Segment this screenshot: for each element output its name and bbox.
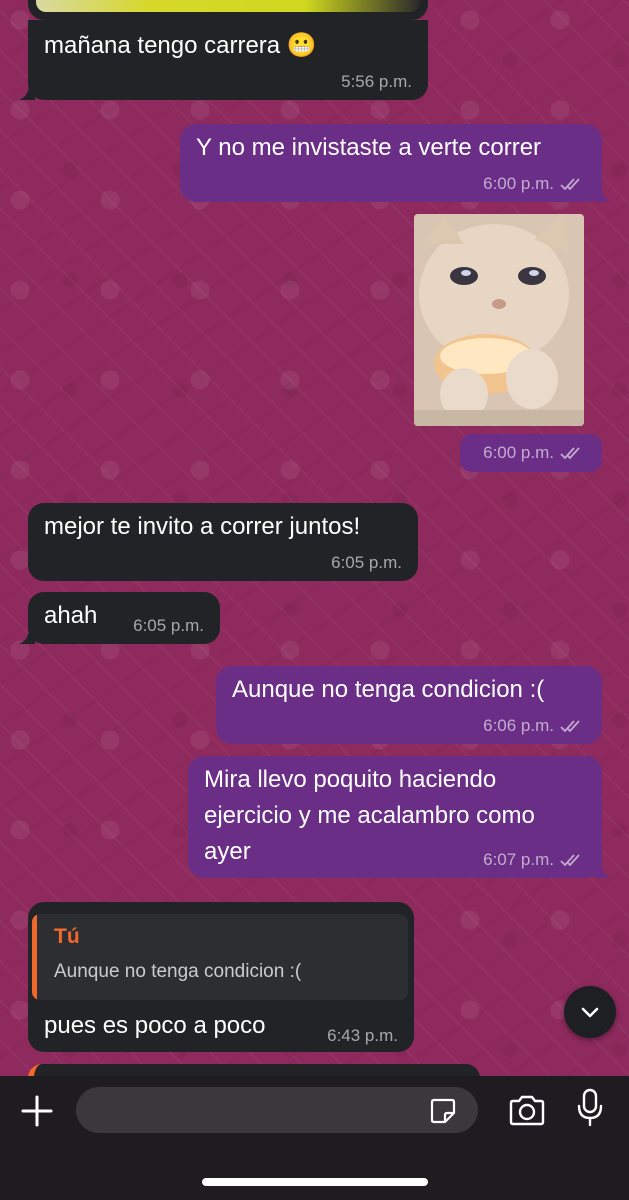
crying-cat-icon — [414, 214, 584, 426]
bubble-tail — [595, 186, 611, 202]
message-time: 6:00 p.m. — [483, 174, 554, 193]
read-ticks-icon — [560, 854, 580, 867]
read-ticks-icon — [560, 178, 580, 191]
read-ticks-icon — [560, 447, 580, 460]
sticker-button[interactable] — [426, 1094, 460, 1128]
reply-accent-bar — [32, 914, 37, 1000]
camera-button[interactable] — [506, 1092, 548, 1130]
message-text: mañana tengo carrera 😬 — [44, 32, 317, 59]
message-time: 6:06 p.m. — [483, 716, 554, 735]
plus-icon — [21, 1095, 53, 1127]
cat-photo[interactable] — [414, 214, 584, 426]
message-time: 6:07 p.m. — [483, 850, 554, 869]
message-time: 6:00 p.m. — [483, 443, 554, 462]
outgoing-message[interactable]: Aunque no tenga condicion :( 6:06 p.m. — [216, 666, 602, 744]
reply-quoted-text: Aunque no tenga condicion :( — [54, 961, 302, 982]
incoming-message[interactable]: ahah 6:05 p.m. — [19, 592, 220, 644]
message-input[interactable] — [76, 1087, 478, 1133]
message-text: Y no me invistaste a verte correr — [196, 134, 542, 161]
bubble-tail — [19, 84, 35, 100]
image-time-bubble: 6:00 p.m. — [460, 434, 602, 472]
scroll-to-bottom-button[interactable] — [564, 986, 616, 1038]
quoted-reply[interactable]: Tú Aunque no tenga condicion :( — [32, 914, 408, 1000]
voice-message-button[interactable] — [572, 1086, 608, 1130]
home-indicator — [202, 1178, 428, 1186]
message-line: Mira llevo poquito haciendo — [204, 766, 497, 793]
partial-image — [36, 0, 420, 12]
message-time: 6:05 p.m. — [331, 553, 402, 572]
incoming-message[interactable]: mejor te invito a correr juntos! 6:05 p.… — [28, 503, 418, 581]
read-ticks-icon — [560, 720, 580, 733]
message-text: Aunque no tenga condicion :( — [232, 676, 545, 703]
message-text: ahah — [44, 602, 98, 629]
chevron-down-icon — [581, 1007, 599, 1018]
image-message-partial[interactable] — [28, 0, 428, 20]
outgoing-message[interactable]: Y no me invistaste a verte correr 6:00 p… — [180, 124, 611, 202]
bubble-tail — [19, 628, 35, 644]
bubble-tail — [595, 862, 611, 878]
sticker-icon — [430, 1098, 456, 1124]
outgoing-message[interactable]: Mira llevo poquito haciendo ejercicio y … — [188, 756, 611, 878]
message-time: 6:43 p.m. — [327, 1026, 398, 1045]
camera-icon — [509, 1095, 545, 1126]
message-line: ejercicio y me acalambro como — [204, 802, 535, 829]
message-text: mejor te invito a correr juntos! — [44, 513, 361, 540]
message-time: 5:56 p.m. — [341, 72, 412, 91]
incoming-message[interactable]: mañana tengo carrera 😬 5:56 p.m. — [19, 20, 428, 100]
message-text: pues es poco a poco — [44, 1012, 266, 1039]
reply-author: Tú — [54, 925, 80, 948]
message-time: 6:05 p.m. — [133, 616, 204, 635]
attach-button[interactable] — [16, 1090, 58, 1132]
microphone-icon — [577, 1088, 603, 1127]
